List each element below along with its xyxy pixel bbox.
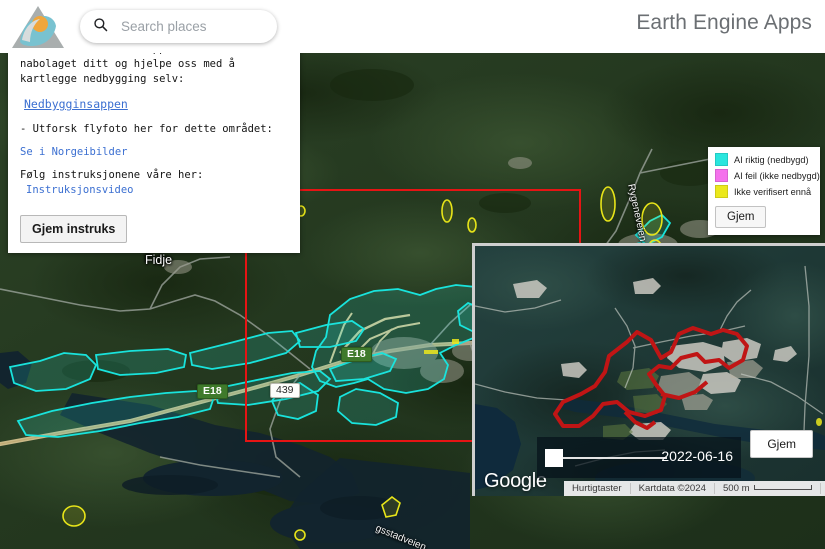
hide-inset-button[interactable]: Gjem — [750, 430, 813, 458]
instructions-line-3-prefix: Følg instruksjonene våre her: — [20, 169, 204, 181]
search-box[interactable] — [80, 10, 277, 43]
keyboard-shortcuts-link[interactable]: Hurtigtaster — [564, 483, 630, 494]
time-slider-track[interactable] — [551, 457, 667, 459]
earth-engine-app: Fidje Vedderheia 439 E18 E18 Rygeneveien… — [0, 0, 825, 549]
legend-label-correct: AI riktig (nedbygd) — [734, 154, 809, 165]
inset-map[interactable]: Google 2022-06-16 Gjem Hurtigtaster Kart… — [472, 243, 825, 496]
app-header: Earth Engine Apps — [0, 0, 825, 53]
search-icon — [93, 17, 108, 37]
road-shield-e18-center: E18 — [341, 347, 372, 362]
instructions-line-3: Følg instruksjonene våre her: Instruksjo… — [20, 168, 288, 198]
attribution-bar: Hurtigtaster Kartdata ©2024 500 m Vilkår — [564, 481, 825, 496]
road-shield-e18-west: E18 — [197, 384, 228, 399]
map-data-text: Kartdata ©2024 — [638, 483, 706, 494]
norgeibilder-link[interactable]: Se i Norgeibilder — [20, 146, 127, 158]
legend-panel: AI riktig (nedbygd) AI feil (ikke nedbyg… — [708, 147, 820, 235]
search-input[interactable] — [119, 18, 249, 35]
app-title: Earth Engine Apps — [636, 11, 812, 34]
hide-instructions-button[interactable]: Gjem instruks — [20, 215, 128, 243]
scale-bar: 500 m — [715, 483, 820, 494]
legend-label-wrong: AI feil (ikke nedbygd) — [734, 170, 820, 181]
instruksjonsvideo-link[interactable]: Instruksjonsvideo — [26, 184, 133, 196]
scale-bar-label: 500 m — [722, 483, 750, 494]
road-shield-439: 439 — [270, 383, 300, 398]
legend-item-wrong: AI feil (ikke nedbygd) — [715, 169, 820, 182]
time-slider-date: 2022-06-16 — [661, 448, 733, 464]
nedbygginsappen-link[interactable]: Nedbygginsappen — [24, 97, 128, 112]
scale-bar-graphic — [753, 485, 812, 490]
legend-swatch-yellow — [715, 185, 728, 198]
legend-swatch-cyan — [715, 153, 728, 166]
instructions-line-2: - Utforsk flyfoto her for dette området: — [20, 123, 273, 135]
legend-label-unverified: Ikke verifisert ennå — [734, 186, 812, 197]
instructions-line-photo: Se i Norgeibilder — [20, 145, 288, 160]
legend-item-unverified: Ikke verifisert ennå — [715, 185, 814, 198]
hide-legend-button[interactable]: Gjem — [715, 206, 767, 228]
terms-link[interactable]: Vilkår — [821, 483, 825, 494]
legend-swatch-magenta — [715, 169, 728, 182]
time-slider-knob[interactable] — [545, 449, 563, 467]
nina-logo-icon — [10, 4, 66, 50]
time-slider[interactable]: 2022-06-16 — [537, 437, 741, 478]
legend-item-correct: AI riktig (nedbygd) — [715, 153, 814, 166]
